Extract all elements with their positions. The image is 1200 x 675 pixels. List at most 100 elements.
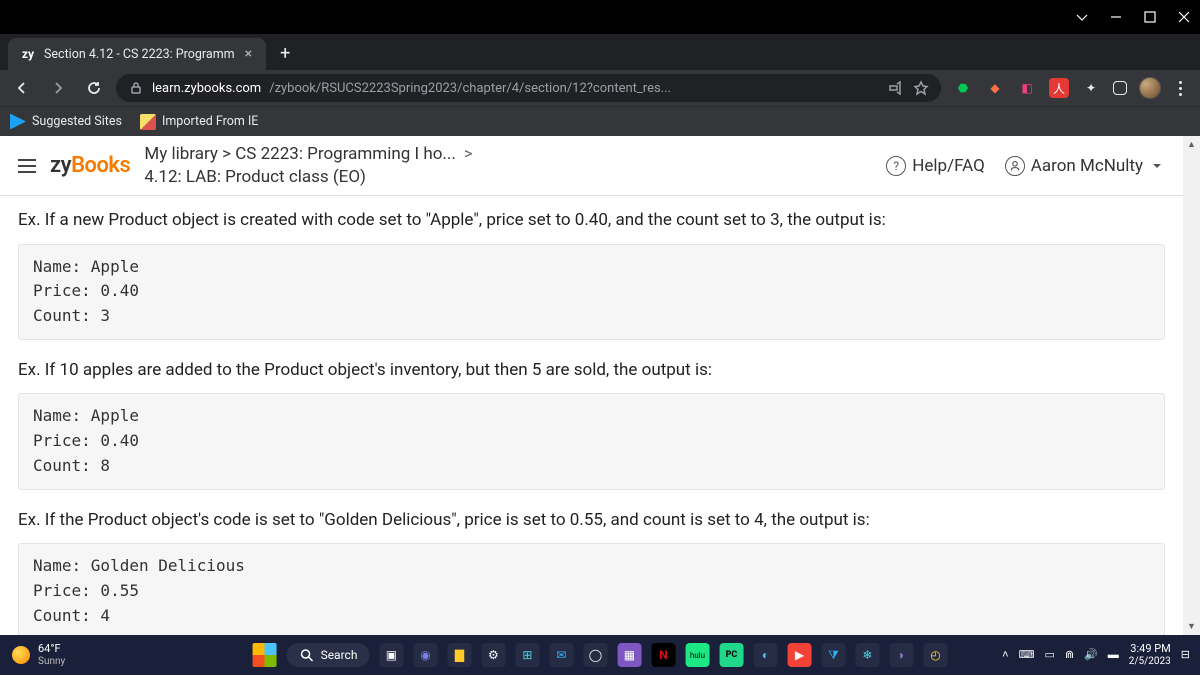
extensions-puzzle-icon[interactable]: ✦ <box>1081 78 1101 98</box>
browser-toolbar: learn.zybooks.com/zybook/RSUCS2223Spring… <box>0 70 1200 106</box>
app-icon[interactable]: ▶ <box>787 643 811 667</box>
bookmark-label: Suggested Sites <box>32 114 122 129</box>
system-tray: ˄ ⌨ ▭ ⋒ 🔊 ▬ 3:49 PM 2/5/2023 ⊟ <box>992 643 1200 667</box>
bookmark-label: Imported From IE <box>162 114 258 129</box>
mail-icon[interactable]: ✉ <box>549 643 573 667</box>
caret-down-icon <box>1149 158 1165 174</box>
search-icon <box>299 647 315 663</box>
extension-icon[interactable]: ◆ <box>985 78 1005 98</box>
tab-title: Section 4.12 - CS 2223: Programm <box>44 47 235 62</box>
extension-icon[interactable] <box>1113 81 1127 95</box>
page-content: Ex. If a new Product object is created w… <box>0 196 1183 635</box>
weather-condition: Sunny <box>38 656 65 667</box>
app-icon[interactable]: ❄ <box>855 643 879 667</box>
sun-icon <box>12 646 30 664</box>
bookmarks-bar: Suggested Sites Imported From IE <box>0 106 1200 136</box>
tab-strip: zy Section 4.12 - CS 2223: Programm × + <box>0 34 1200 70</box>
windows-taskbar: 64°F Sunny Search ▣ ◉ ▇ ⚙ ⊞ ✉ ◯ ▦ N hulu… <box>0 635 1200 675</box>
scroll-track[interactable] <box>1183 153 1200 618</box>
keyboard-icon[interactable]: ⌨ <box>1019 648 1035 661</box>
extension-icon[interactable]: ◧ <box>1017 78 1037 98</box>
chevron-right-icon: > <box>464 143 473 166</box>
weather-widget[interactable]: 64°F Sunny <box>0 643 77 666</box>
volume-icon[interactable]: 🔊 <box>1084 648 1098 661</box>
bookmark-imported-ie[interactable]: Imported From IE <box>140 114 258 130</box>
file-explorer-icon[interactable]: ▇ <box>447 643 471 667</box>
vscode-icon[interactable]: ⧩ <box>821 643 845 667</box>
back-button[interactable] <box>8 74 36 102</box>
tray-overflow-icon[interactable]: ˄ <box>1002 648 1008 661</box>
taskbar-search[interactable]: Search <box>287 643 370 667</box>
battery-icon[interactable]: ▬ <box>1108 648 1119 661</box>
window-titlebar <box>0 0 1200 34</box>
tray-icon[interactable]: ▭ <box>1044 648 1054 661</box>
settings-icon[interactable]: ⚙ <box>481 643 505 667</box>
minimize-icon[interactable] <box>1108 9 1124 25</box>
chat-icon[interactable]: ◉ <box>413 643 437 667</box>
extensions-area: ⬣ ◆ ◧ 人 ✦ <box>949 77 1192 99</box>
hulu-icon[interactable]: hulu <box>685 643 709 667</box>
folder-icon <box>140 114 156 130</box>
shield-icon[interactable]: ⬣ <box>953 78 973 98</box>
person-icon <box>1005 156 1025 176</box>
netflix-icon[interactable]: N <box>651 643 675 667</box>
lock-icon <box>128 80 144 96</box>
zybooks-header: zyBooks My library > CS 2223: Programmin… <box>0 136 1183 196</box>
paragraph: Ex. If 10 apples are added to the Produc… <box>18 358 1165 384</box>
clock-time: 3:49 PM <box>1129 643 1171 656</box>
maximize-icon[interactable] <box>1142 9 1158 25</box>
page-viewport: zyBooks My library > CS 2223: Programmin… <box>0 136 1200 635</box>
breadcrumb: My library > CS 2223: Programming I ho..… <box>144 143 472 189</box>
code-output: Name: Apple Price: 0.40 Count: 3 <box>18 244 1165 340</box>
zybooks-logo[interactable]: zyBooks <box>50 153 130 178</box>
logo-part-zy: zy <box>50 153 71 178</box>
paragraph: Ex. If a new Product object is created w… <box>18 208 1165 234</box>
help-label: Help/FAQ <box>912 156 985 176</box>
bookmark-suggested-sites[interactable]: Suggested Sites <box>10 114 122 130</box>
browser-tab[interactable]: zy Section 4.12 - CS 2223: Programm × <box>8 38 266 70</box>
app-icon[interactable]: ◐ <box>753 643 777 667</box>
breadcrumb-path[interactable]: My library > CS 2223: Programming I ho..… <box>144 143 455 166</box>
help-faq-link[interactable]: ? Help/FAQ <box>886 156 985 176</box>
pycharm-icon[interactable]: PC <box>719 643 743 667</box>
store-icon[interactable]: ⊞ <box>515 643 539 667</box>
share-icon[interactable] <box>887 80 903 96</box>
notifications-icon[interactable]: ⊟ <box>1181 648 1190 661</box>
section-title: 4.12: LAB: Product class (EO) <box>144 166 472 189</box>
task-view-icon[interactable]: ▣ <box>379 643 403 667</box>
play-icon <box>10 114 26 130</box>
scroll-up-arrow-icon[interactable]: ▲ <box>1183 136 1200 153</box>
close-icon[interactable] <box>1176 9 1192 25</box>
logo-part-books: Books <box>71 153 130 178</box>
chrome-icon[interactable]: ◯ <box>583 643 607 667</box>
tab-favicon: zy <box>20 47 36 61</box>
adobe-icon[interactable]: 人 <box>1049 78 1069 98</box>
user-name: Aaron McNulty <box>1031 156 1143 176</box>
user-menu[interactable]: Aaron McNulty <box>1005 156 1165 176</box>
search-label: Search <box>321 648 358 662</box>
profile-avatar[interactable] <box>1139 77 1161 99</box>
chevron-down-icon[interactable] <box>1074 9 1090 25</box>
weather-temp: 64°F <box>38 643 65 655</box>
tab-close-icon[interactable]: × <box>243 46 254 62</box>
app-icon[interactable]: ◗ <box>889 643 913 667</box>
clock-date: 2/5/2023 <box>1129 656 1171 668</box>
address-bar[interactable]: learn.zybooks.com/zybook/RSUCS2223Spring… <box>116 74 941 102</box>
code-output: Name: Apple Price: 0.40 Count: 8 <box>18 393 1165 489</box>
wifi-icon[interactable]: ⋒ <box>1065 648 1074 661</box>
url-path: /zybook/RSUCS2223Spring2023/chapter/4/se… <box>269 81 671 96</box>
scroll-down-arrow-icon[interactable]: ▼ <box>1183 618 1200 635</box>
taskbar-center: Search ▣ ◉ ▇ ⚙ ⊞ ✉ ◯ ▦ N hulu PC ◐ ▶ ⧩ ❄… <box>253 643 948 667</box>
vertical-scrollbar[interactable]: ▲ ▼ <box>1183 136 1200 635</box>
app-icon[interactable]: ▦ <box>617 643 641 667</box>
question-icon: ? <box>886 156 906 176</box>
start-button[interactable] <box>253 643 277 667</box>
browser-menu-icon[interactable] <box>1173 81 1188 96</box>
star-icon[interactable] <box>913 80 929 96</box>
app-icon[interactable]: ◴ <box>923 643 947 667</box>
hamburger-menu-icon[interactable] <box>18 159 36 173</box>
new-tab-button[interactable]: + <box>266 38 304 70</box>
forward-button[interactable] <box>44 74 72 102</box>
reload-button[interactable] <box>80 74 108 102</box>
clock[interactable]: 3:49 PM 2/5/2023 <box>1129 643 1171 667</box>
